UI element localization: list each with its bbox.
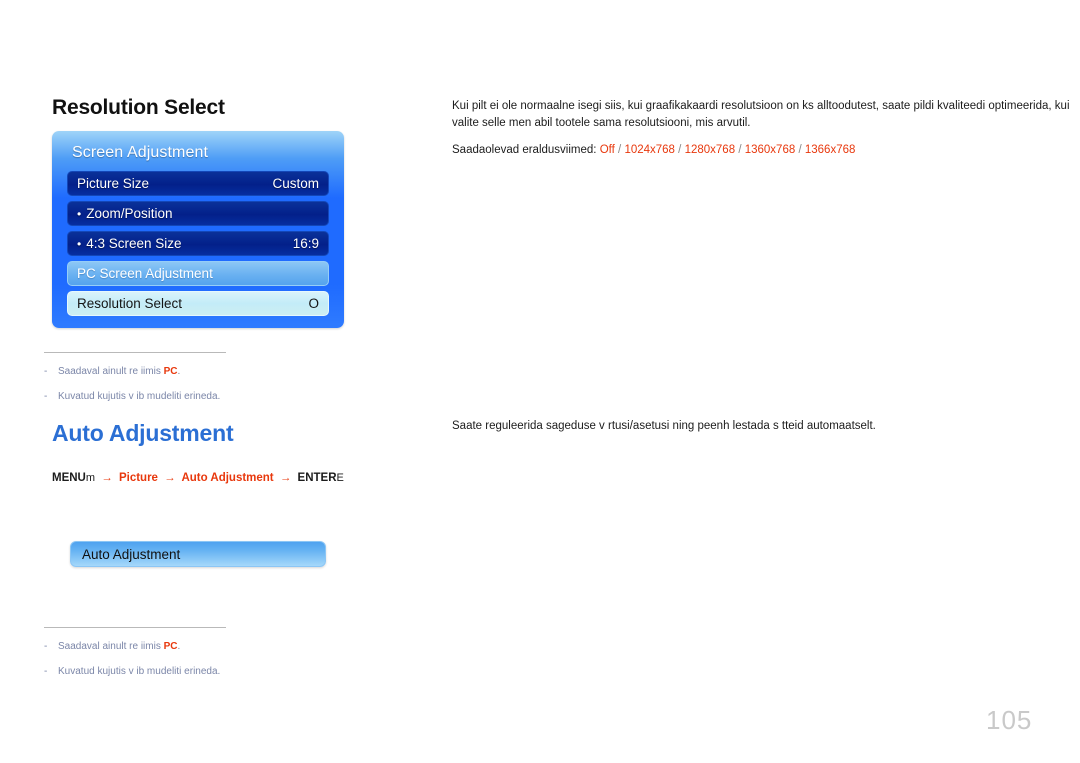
osd-row-auto-adjustment[interactable]: Auto Adjustment	[70, 541, 326, 567]
footnote-text: Saadaval ainult re iimis	[58, 366, 164, 377]
footnotes-top: - Saadaval ainult re iimis PC. - Kuvatud…	[44, 352, 344, 404]
osd-row-label: Resolution Select	[77, 296, 183, 311]
arrow-icon: →	[279, 472, 292, 484]
footnote-text: Kuvatud kujutis v ib mudeliti erineda.	[58, 666, 221, 677]
description-paragraph: Saate reguleerida sageduse v rtusi/asetu…	[452, 420, 876, 432]
footnotes-bottom: - Saadaval ainult re iimis PC. - Kuvatud…	[44, 627, 344, 679]
dash-marker: -	[44, 641, 48, 652]
available-resolutions-label: Saadaolevad eraldusviimed:	[452, 143, 597, 156]
osd-row-value: O	[308, 296, 319, 311]
breadcrumb-menu-key: m	[85, 472, 96, 484]
resolution-option-1024x768: 1024x768	[624, 143, 675, 156]
description-auto-adjustment: Saate reguleerida sageduse v rtusi/asetu…	[452, 418, 1012, 435]
breadcrumb-step-auto-adjustment: Auto Adjustment	[181, 472, 274, 484]
breadcrumb-enter-label: ENTER	[297, 472, 337, 484]
description-resolution-select: Kui pilt ei ole normaalne isegi siis, ku…	[452, 98, 1070, 159]
osd-row-value: Custom	[272, 176, 319, 191]
osd-row-label: Picture Size	[77, 176, 150, 191]
footnote-text-after: .	[177, 366, 181, 377]
osd-row-label: Auto Adjustment	[82, 546, 181, 562]
osd-row-label: 4:3 Screen Size	[86, 236, 182, 251]
osd-panel-title: Screen Adjustment	[72, 144, 208, 161]
page-title-resolution-select: Resolution Select	[52, 96, 225, 119]
osd-panel-screen-adjustment: Screen Adjustment Picture Size Custom • …	[52, 131, 344, 328]
osd-row-resolution-select[interactable]: Resolution Select O	[67, 291, 329, 316]
breadcrumb-enter-key: E	[336, 472, 344, 484]
separator: /	[618, 143, 622, 156]
osd-row-picture-size[interactable]: Picture Size Custom	[67, 171, 329, 196]
osd-row-zoom-position[interactable]: • Zoom/Position	[67, 201, 329, 226]
osd-row-label: Zoom/Position	[86, 206, 173, 221]
osd-row-value: 16:9	[292, 236, 319, 251]
manual-page: Resolution Select Screen Adjustment Pict…	[0, 0, 1080, 763]
breadcrumb-step-picture: Picture	[118, 472, 158, 484]
breadcrumb-menu-label: MENU	[52, 472, 86, 484]
separator: /	[678, 143, 682, 156]
footnote-text-after: .	[177, 641, 181, 652]
footnote-text: Saadaval ainult re iimis	[58, 641, 164, 652]
available-resolutions-line: Saadaolevad eraldusviimed: Off / 1024x76…	[452, 142, 1070, 159]
footnote-text: Kuvatud kujutis v ib mudeliti erineda.	[58, 391, 221, 402]
separator: /	[798, 143, 802, 156]
dash-marker: -	[44, 666, 48, 677]
osd-row-label: PC Screen Adjustment	[77, 266, 213, 281]
page-title-auto-adjustment: Auto Adjustment	[52, 420, 234, 446]
footnote-item: - Kuvatud kujutis v ib mudeliti erineda.	[44, 390, 344, 404]
footnote-item: - Saadaval ainult re iimis PC.	[44, 640, 344, 654]
dash-marker: -	[44, 366, 48, 377]
breadcrumb: MENUm → Picture → Auto Adjustment → ENTE…	[52, 472, 344, 484]
resolution-option-1360x768: 1360x768	[744, 143, 796, 156]
osd-row-4-3-screen-size[interactable]: • 4:3 Screen Size 16:9	[67, 231, 329, 256]
footnote-item: - Saadaval ainult re iimis PC.	[44, 365, 344, 379]
page-number: 105	[986, 705, 1033, 735]
divider	[44, 627, 226, 628]
bullet-icon: •	[77, 206, 82, 221]
dash-marker: -	[44, 391, 48, 402]
footnote-accent: PC	[163, 366, 178, 377]
footnote-item: - Kuvatud kujutis v ib mudeliti erineda.	[44, 665, 344, 679]
resolution-option-1280x768: 1280x768	[684, 143, 736, 156]
resolution-option-1366x768: 1366x768	[804, 143, 856, 156]
arrow-icon: →	[101, 472, 113, 484]
bullet-icon: •	[77, 236, 82, 251]
divider	[44, 352, 226, 353]
description-paragraph: Kui pilt ei ole normaalne isegi siis, ku…	[452, 100, 1070, 130]
osd-row-pc-screen-adjustment[interactable]: PC Screen Adjustment	[67, 261, 329, 286]
footnote-accent: PC	[163, 641, 178, 652]
arrow-icon: →	[164, 472, 176, 484]
separator: /	[738, 143, 742, 156]
resolution-option-off: Off	[599, 143, 615, 156]
